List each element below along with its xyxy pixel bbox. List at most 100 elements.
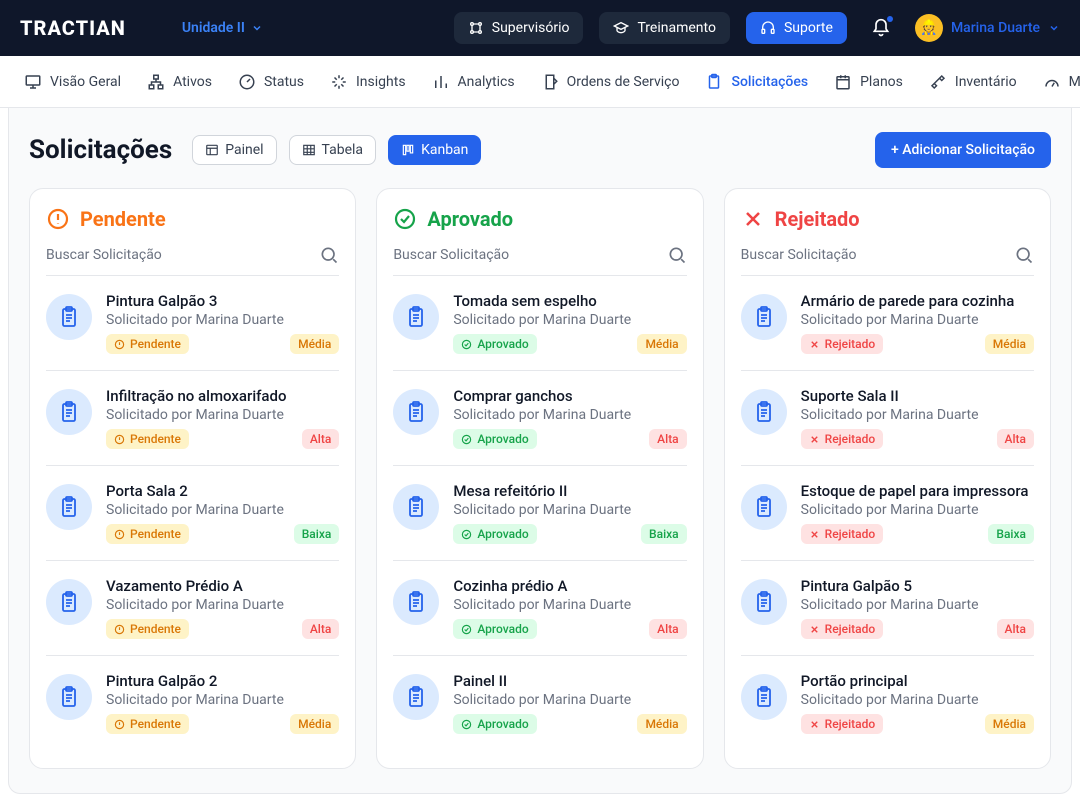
priority-badge: Média [290,714,339,734]
status-badge: Rejeitado [801,334,884,354]
chevron-down-icon [1048,22,1060,34]
gauge-icon [238,73,256,91]
treinamento-label: Treinamento [637,20,716,36]
priority-badge: Alta [302,619,339,639]
aprovado-mini-icon [461,434,472,445]
tools-icon [929,73,947,91]
unit-switcher[interactable]: Unidade II [182,20,263,36]
search-input[interactable]: Buscar Solicitação [741,245,1034,265]
request-card[interactable]: Mesa refeitório II Solicitado por Marina… [393,465,686,560]
clipboard-icon [741,674,787,720]
user-menu[interactable]: 👷 Marina Duarte [915,14,1060,42]
bar-chart-icon [432,73,450,91]
status-badge: Rejeitado [801,619,884,639]
search-input[interactable]: Buscar Solicitação [46,245,339,265]
request-card[interactable]: Pintura Galpão 3 Solicitado por Marina D… [46,275,339,370]
request-card[interactable]: Pintura Galpão 2 Solicitado por Marina D… [46,655,339,750]
status-badge: Aprovado [453,524,536,544]
request-card[interactable]: Porta Sala 2 Solicitado por Marina Duart… [46,465,339,560]
column-header: Aprovado [393,207,686,231]
tab-metricas[interactable]: Métricas [1043,73,1080,91]
clipboard-icon [46,674,92,720]
add-request-button[interactable]: + Adicionar Solicitação [875,132,1051,168]
document-pen-icon [541,73,559,91]
column-rejeitado: Rejeitado Buscar Solicitação Armário de … [724,188,1051,769]
request-card[interactable]: Portão principal Solicitado por Marina D… [741,655,1034,750]
search-placeholder: Buscar Solicitação [741,247,857,263]
user-name: Marina Duarte [951,20,1040,36]
request-card[interactable]: Tomada sem espelho Solicitado por Marina… [393,275,686,370]
clipboard-icon [741,484,787,530]
tab-analytics[interactable]: Analytics [432,73,515,91]
aprovado-status-icon [393,207,417,231]
status-badge: Rejeitado [801,524,884,544]
request-card[interactable]: Suporte Sala II Solicitado por Marina Du… [741,370,1034,465]
request-card[interactable]: Pintura Galpão 5 Solicitado por Marina D… [741,560,1034,655]
status-badge: Rejeitado [801,714,884,734]
tab-inventario[interactable]: Inventário [929,73,1017,91]
clipboard-icon [393,389,439,435]
status-badge: Aprovado [453,429,536,449]
monitor-icon [24,73,42,91]
card-title: Portão principal [801,672,1034,690]
search-icon [1014,245,1034,265]
request-card[interactable]: Comprar ganchos Solicitado por Marina Du… [393,370,686,465]
column-title: Aprovado [427,207,513,231]
search-icon [319,245,339,265]
tab-planos[interactable]: Planos [834,73,903,91]
headset-icon [760,20,776,36]
suporte-button[interactable]: Suporte [746,12,847,44]
kanban-icon [401,143,415,157]
request-card[interactable]: Painel II Solicitado por Marina Duarte A… [393,655,686,750]
rejeitado-mini-icon [809,624,820,635]
aprovado-mini-icon [461,719,472,730]
clipboard-icon [741,579,787,625]
clipboard-icon [46,484,92,530]
notifications-button[interactable] [871,18,891,38]
tab-status[interactable]: Status [238,73,304,91]
card-requester: Solicitado por Marina Duarte [801,312,1034,328]
request-card[interactable]: Armário de parede para cozinha Solicitad… [741,275,1034,370]
priority-badge: Alta [997,619,1034,639]
pendente-status-icon [46,207,70,231]
view-painel-button[interactable]: Painel [192,135,276,165]
sparkle-icon [330,73,348,91]
tab-ativos[interactable]: Ativos [147,73,212,91]
card-title: Estoque de papel para impressora [801,482,1034,500]
search-input[interactable]: Buscar Solicitação [393,245,686,265]
view-tabela-button[interactable]: Tabela [289,135,377,165]
kanban-board: Pendente Buscar Solicitação Pintura Galp… [29,188,1051,769]
card-requester: Solicitado por Marina Duarte [453,312,686,328]
treinamento-button[interactable]: Treinamento [599,12,730,44]
request-card[interactable]: Cozinha prédio A Solicitado por Marina D… [393,560,686,655]
request-card[interactable]: Vazamento Prédio A Solicitado por Marina… [46,560,339,655]
aprovado-mini-icon [461,529,472,540]
card-title: Suporte Sala II [801,387,1034,405]
tab-ordens[interactable]: Ordens de Serviço [541,73,680,91]
tab-visao-geral[interactable]: Visão Geral [24,73,121,91]
unit-label: Unidade II [182,20,245,36]
priority-badge: Média [985,714,1034,734]
status-badge: Aprovado [453,714,536,734]
priority-badge: Baixa [641,524,687,544]
card-title: Infiltração no almoxarifado [106,387,339,405]
card-title: Comprar ganchos [453,387,686,405]
column-aprovado: Aprovado Buscar Solicitação Tomada sem e… [376,188,703,769]
page-header: Solicitações Painel Tabela Kanban + Adic… [29,132,1051,168]
column-title: Rejeitado [775,207,860,231]
card-requester: Solicitado por Marina Duarte [801,597,1034,613]
nav-tabs: Visão Geral Ativos Status Insights Analy… [0,56,1080,108]
supervisorio-label: Supervisório [492,20,570,36]
search-icon [667,245,687,265]
request-card[interactable]: Estoque de papel para impressora Solicit… [741,465,1034,560]
supervisorio-button[interactable]: Supervisório [454,12,584,44]
status-badge: Aprovado [453,619,536,639]
request-card[interactable]: Infiltração no almoxarifado Solicitado p… [46,370,339,465]
tab-insights[interactable]: Insights [330,73,406,91]
tab-solicitacoes[interactable]: Solicitações [705,73,808,91]
view-kanban-button[interactable]: Kanban [388,135,481,165]
panel-icon [205,143,219,157]
clipboard-icon [393,674,439,720]
aprovado-mini-icon [461,339,472,350]
priority-badge: Alta [302,429,339,449]
